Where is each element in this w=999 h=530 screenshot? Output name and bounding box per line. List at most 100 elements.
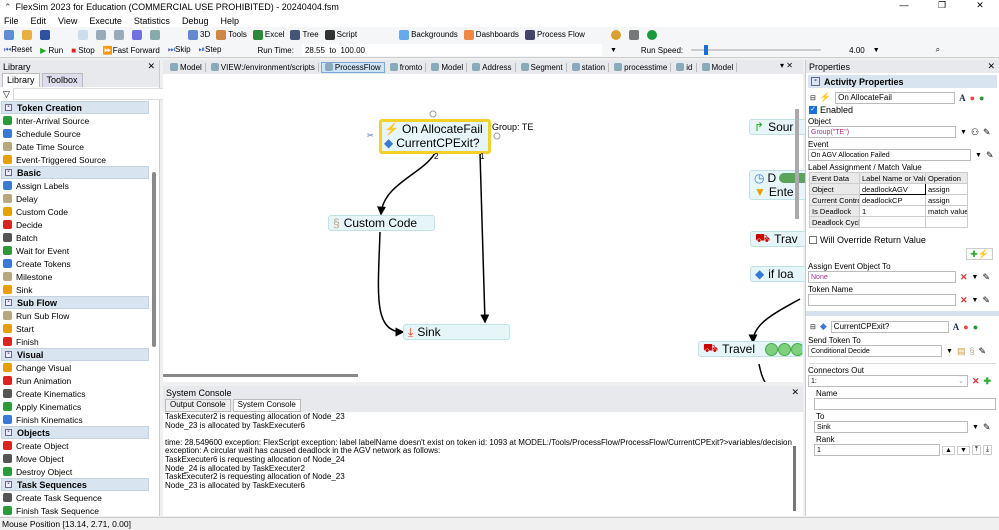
tree-button[interactable]: Tree <box>290 30 319 40</box>
process-flow-button[interactable]: Process Flow <box>524 30 585 40</box>
table-cell[interactable]: match value <box>925 205 968 217</box>
library-item-create-task-sequence[interactable]: Create Task Sequence <box>0 491 159 504</box>
library-item-event-triggered-source[interactable]: Event-Triggered Source <box>0 153 159 166</box>
column-header[interactable]: Label Name or Value <box>859 172 926 184</box>
menu-execute[interactable]: Execute <box>89 16 122 26</box>
scissors-icon[interactable]: ✂ <box>367 131 374 140</box>
library-tab[interactable]: Library <box>2 73 40 87</box>
decide-name-field[interactable]: CurrentCPExit? <box>830 320 949 333</box>
backgrounds-button[interactable]: Backgrounds <box>399 30 458 40</box>
library-category-sub-flow[interactable]: - Sub Flow <box>1 296 149 309</box>
event-field[interactable]: On AGV Allocation Failed <box>808 149 971 161</box>
collapse-icon[interactable]: - <box>5 104 12 111</box>
reset-button[interactable]: ⏮Reset <box>4 45 32 55</box>
table-cell[interactable]: assign <box>925 183 968 195</box>
eyedropper-icon[interactable]: ✎ <box>982 295 990 306</box>
library-item-milestone[interactable]: Milestone <box>0 270 159 283</box>
run-time-dropdown-icon[interactable]: ▼ <box>610 47 617 54</box>
add-connector-icon[interactable]: ✚ <box>984 376 992 387</box>
rank-up-button[interactable]: ▲ <box>942 445 955 455</box>
clear-icon[interactable]: ✕ <box>960 295 968 306</box>
script-button[interactable]: Script <box>324 30 357 40</box>
script-icon[interactable]: § <box>969 346 974 356</box>
menu-view[interactable]: View <box>58 16 77 26</box>
skip-button[interactable]: ⏭Skip <box>168 45 191 55</box>
fast-forward-button[interactable]: ⏩Fast Forward <box>103 46 160 55</box>
run-time-field[interactable]: 28.55 to 100.00 <box>301 44 602 56</box>
dropdown-icon[interactable]: ▼ <box>972 424 979 431</box>
library-item-inter-arrival-source[interactable]: Inter-Arrival Source <box>0 114 159 127</box>
library-item-custom-code[interactable]: Custom Code <box>0 205 159 218</box>
delay-enter-block[interactable]: ◷ D ▼ Ente <box>749 170 809 200</box>
library-item-create-kinematics[interactable]: Create Kinematics <box>0 387 159 400</box>
library-item-change-visual[interactable]: Change Visual <box>0 361 159 374</box>
library-item-finish[interactable]: Finish <box>0 335 159 348</box>
library-item-date-time-source[interactable]: Date Time Source <box>0 140 159 153</box>
object-field[interactable]: Group("TE") <box>808 126 956 138</box>
clear-icon[interactable]: ✕ <box>960 272 968 283</box>
library-category-visual[interactable]: - Visual <box>1 348 149 361</box>
menu-file[interactable]: File <box>4 16 19 26</box>
tab-station[interactable]: station <box>569 62 610 72</box>
table-cell[interactable]: deadlockCP <box>859 194 926 206</box>
object-dropdown-icon[interactable]: ▼ <box>960 129 967 136</box>
collapse-icon[interactable]: - <box>5 481 12 488</box>
library-item-move-object[interactable]: Move Object <box>0 452 159 465</box>
library-item-batch[interactable]: Batch <box>0 231 159 244</box>
menu-help[interactable]: Help <box>220 16 239 26</box>
dashboards-button[interactable]: Dashboards <box>463 30 519 40</box>
canvas-horizontal-scrollbar[interactable] <box>163 374 358 377</box>
table-cell[interactable] <box>925 216 968 228</box>
rank-top-button[interactable]: ⤒ <box>971 445 981 455</box>
console-close-icon[interactable]: ✕ <box>791 387 799 398</box>
assign-event-field[interactable]: None <box>808 271 956 283</box>
dropdown-icon[interactable]: ▼ <box>972 274 979 281</box>
library-item-apply-kinematics[interactable]: Apply Kinematics <box>0 400 159 413</box>
tab-id[interactable]: id <box>673 62 697 72</box>
connector-select[interactable]: 1: ⌄ <box>808 375 968 387</box>
minimize-button[interactable]: — <box>885 0 923 11</box>
travel-block-1[interactable]: ⛟ Trav <box>750 231 810 247</box>
remove-connector-icon[interactable]: ✕ <box>972 376 980 387</box>
pointer-mode-icon[interactable] <box>78 30 88 40</box>
table-cell[interactable]: 1 <box>859 205 926 217</box>
library-category-objects[interactable]: - Objects <box>1 426 149 439</box>
library-item-sink[interactable]: Sink <box>0 283 159 296</box>
eyedropper-icon[interactable]: ✎ <box>978 346 986 357</box>
tab-model[interactable]: Model <box>167 62 206 72</box>
connect-mode-icon[interactable] <box>96 30 106 40</box>
table-cell[interactable]: assign <box>925 194 968 206</box>
library-item-assign-labels[interactable]: Assign Labels <box>0 179 159 192</box>
run-speed-thumb[interactable] <box>704 45 709 55</box>
library-category-basic[interactable]: - Basic <box>1 166 149 179</box>
library-item-destroy-object[interactable]: Destroy Object <box>0 465 159 478</box>
properties-close-icon[interactable]: ✕ <box>987 61 995 72</box>
override-checkbox[interactable] <box>809 236 817 244</box>
library-item-delay[interactable]: Delay <box>0 192 159 205</box>
folder-icon[interactable]: ▤ <box>957 346 966 357</box>
stop-button[interactable]: ■ Stop <box>71 46 95 55</box>
search-icon[interactable]: ⌕ <box>936 45 940 55</box>
run-button[interactable]: ▶ Run <box>40 46 63 55</box>
library-item-create-tokens[interactable]: Create Tokens <box>0 257 159 270</box>
help-icon[interactable] <box>646 30 657 40</box>
menu-debug[interactable]: Debug <box>182 16 209 26</box>
library-item-wait-for-event[interactable]: Wait for Event <box>0 244 159 257</box>
library-item-run-sub-flow[interactable]: Run Sub Flow <box>0 309 159 322</box>
source-block[interactable]: ↱ Sour <box>749 119 809 135</box>
dropdown-icon[interactable]: ▼ <box>972 297 979 304</box>
table-cell[interactable] <box>859 216 926 228</box>
sink-block[interactable]: ⤓ Sink <box>403 324 510 340</box>
tab-model[interactable]: Model <box>699 62 738 72</box>
open-folder-icon[interactable] <box>22 30 32 40</box>
event-dropdown-icon[interactable]: ▼ <box>975 152 982 159</box>
collapse-icon[interactable]: - <box>5 169 12 176</box>
tab-processtime[interactable]: processtime <box>611 62 672 72</box>
library-item-schedule-source[interactable]: Schedule Source <box>0 127 159 140</box>
eyedropper-icon[interactable]: ✎ <box>983 422 991 433</box>
color-palette-icon[interactable]: ● <box>970 93 975 103</box>
font-icon[interactable]: A <box>953 322 960 332</box>
tools-button[interactable]: Tools <box>216 30 247 40</box>
library-scrollbar[interactable] <box>152 172 156 347</box>
save-icon[interactable] <box>40 30 50 40</box>
